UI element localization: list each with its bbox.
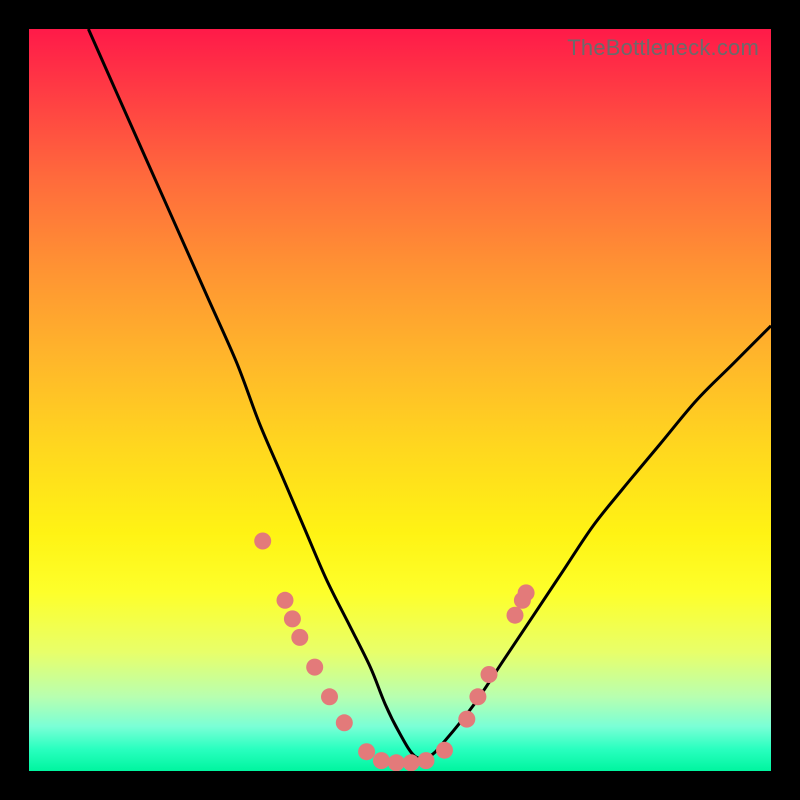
highlight-marker xyxy=(458,711,475,728)
highlight-marker xyxy=(291,629,308,646)
watermark-text: TheBottleneck.com xyxy=(567,35,759,61)
chart-plot-area: TheBottleneck.com xyxy=(29,29,771,771)
highlight-marker xyxy=(277,592,294,609)
highlight-marker xyxy=(358,743,375,760)
highlight-marker xyxy=(336,714,353,731)
highlight-marker xyxy=(418,752,435,769)
highlight-marker xyxy=(507,607,524,624)
highlight-marker xyxy=(481,666,498,683)
chart-svg xyxy=(29,29,771,771)
highlight-marker xyxy=(388,754,405,771)
highlight-marker xyxy=(321,688,338,705)
highlight-marker xyxy=(306,659,323,676)
highlight-marker xyxy=(514,592,531,609)
bottleneck-curve xyxy=(88,29,771,759)
highlight-marker xyxy=(373,752,390,769)
highlight-marker xyxy=(436,742,453,759)
highlight-marker xyxy=(518,584,535,601)
curve-layer xyxy=(88,29,771,759)
highlight-marker xyxy=(469,688,486,705)
highlight-marker xyxy=(403,754,420,771)
highlight-marker xyxy=(284,610,301,627)
highlight-marker xyxy=(254,533,271,550)
marker-layer xyxy=(254,533,534,772)
